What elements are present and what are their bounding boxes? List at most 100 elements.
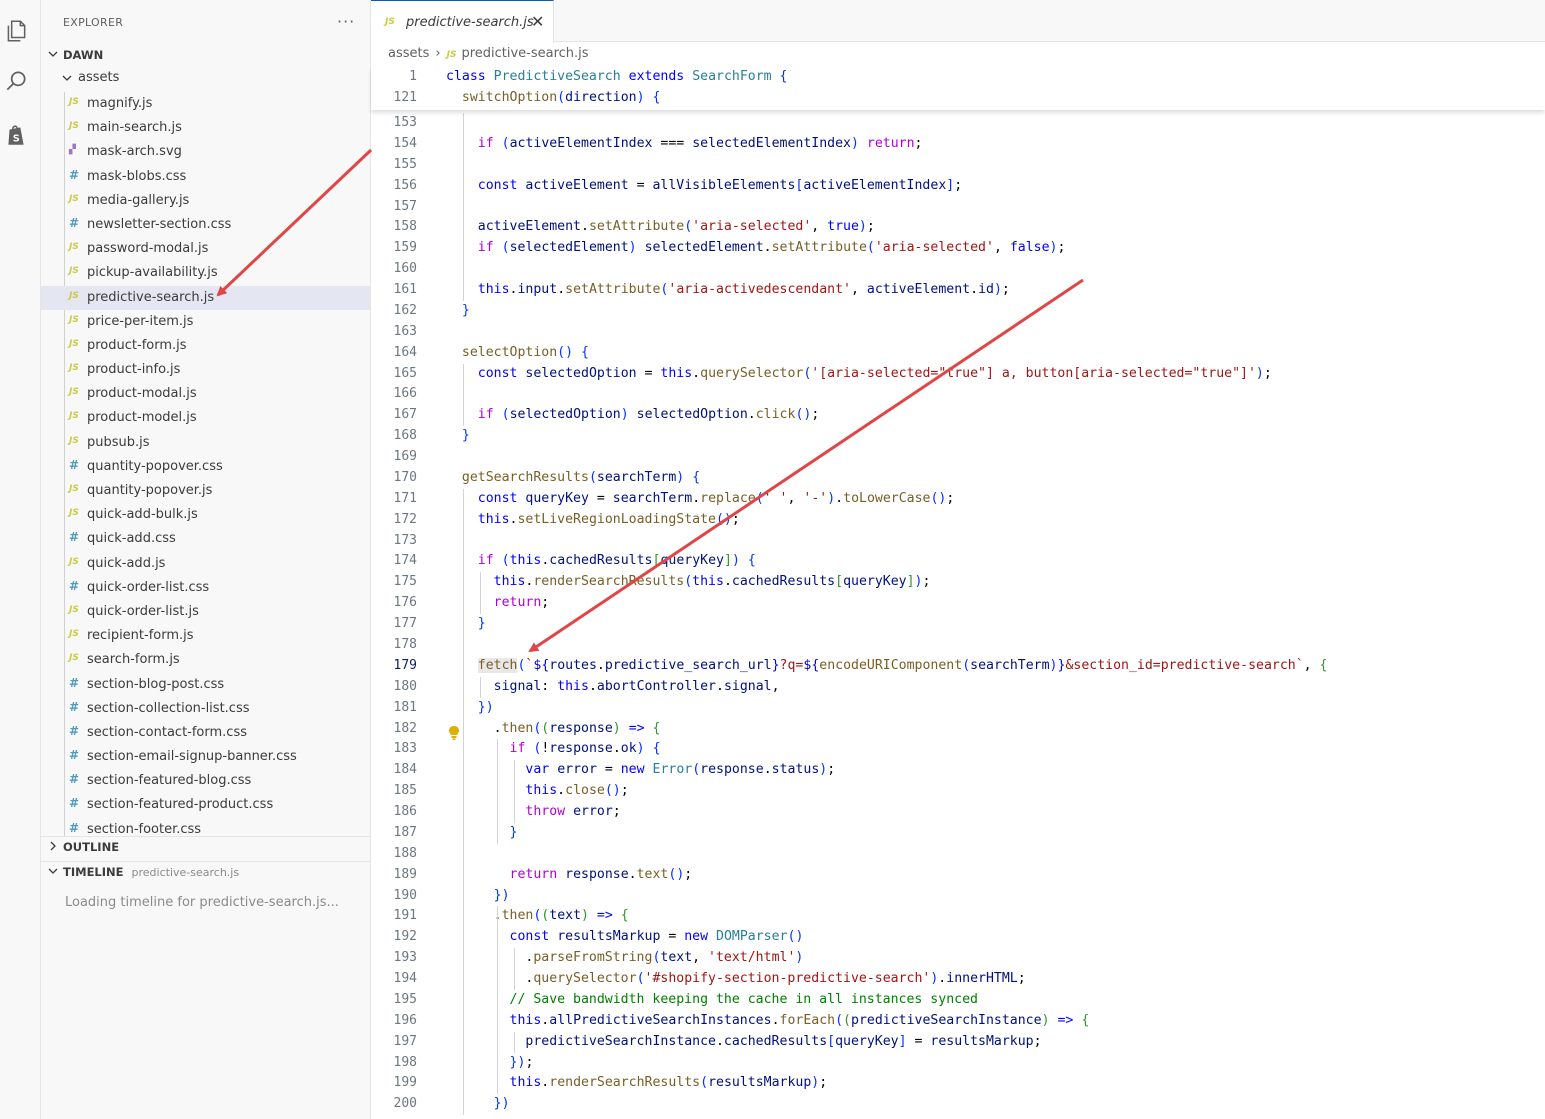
file-item[interactable]: JS product-model.js [41, 406, 370, 430]
timeline-header[interactable]: TIMELINE predictive-search.js [41, 861, 370, 883]
file-item[interactable]: JS quick-add-bulk.js [41, 503, 370, 527]
code-line[interactable]: 192 const resultsMarkup = new DOMParser(… [371, 927, 1545, 948]
file-item[interactable]: JS recipient-form.js [41, 624, 370, 648]
workspace-header[interactable]: DAWN [41, 45, 370, 67]
file-item[interactable]: # section-featured-blog.css [41, 769, 370, 793]
code-line[interactable]: 160 [371, 259, 1545, 280]
file-item[interactable]: JS media-gallery.js [41, 189, 370, 213]
sticky-scroll[interactable]: 1 class PredictiveSearch extends SearchFo… [371, 66, 1545, 110]
indent-guide [514, 1031, 515, 1053]
code-line[interactable]: 164 selectOption() { [371, 343, 1545, 364]
file-item[interactable]: JS product-modal.js [41, 382, 370, 406]
code-line[interactable]: 168 } [371, 426, 1545, 447]
code-line[interactable]: 155 [371, 155, 1545, 176]
code-line[interactable]: 186 throw error; [371, 802, 1545, 823]
file-item[interactable]: JS quantity-popover.js [41, 479, 370, 503]
file-item[interactable]: JS search-form.js [41, 648, 370, 672]
code-line[interactable]: 188 [371, 844, 1545, 865]
file-item[interactable]: JS pubsub.js [41, 431, 370, 455]
code-line[interactable]: 167 if (selectedOption) selectedOption.c… [371, 405, 1545, 426]
code-line[interactable]: 181 }) [371, 698, 1545, 719]
file-item[interactable]: ▞ mask-arch.svg [41, 140, 370, 164]
code-line[interactable]: 197 predictiveSearchInstance.cachedResul… [371, 1032, 1545, 1053]
code-line[interactable]: 177 } [371, 614, 1545, 635]
folder-assets[interactable]: assets [41, 68, 370, 90]
indent-guide [463, 363, 464, 427]
code-line[interactable]: 190 }) [371, 886, 1545, 907]
code-line[interactable]: 156 const activeElement = allVisibleElem… [371, 176, 1545, 197]
code-line[interactable]: 183 if (!response.ok) { [371, 739, 1545, 760]
line-number: 166 [393, 386, 417, 402]
code-line[interactable]: 1 class PredictiveSearch extends SearchFo… [371, 67, 1545, 88]
file-item[interactable]: # mask-blobs.css [41, 165, 370, 189]
file-item[interactable]: # quick-order-list.css [41, 576, 370, 600]
code-text: signal: this.abortController.signal, [493, 678, 780, 694]
file-item[interactable]: # quick-add.css [41, 527, 370, 551]
file-item[interactable]: JS password-modal.js [41, 237, 370, 261]
file-item[interactable]: # section-contact-form.css [41, 721, 370, 745]
file-item[interactable]: JS quick-order-list.js [41, 600, 370, 624]
file-item[interactable]: # section-blog-post.css [41, 673, 370, 697]
outline-header[interactable]: OUTLINE [41, 836, 370, 858]
code-line[interactable]: 165 const selectedOption = this.querySel… [371, 364, 1545, 385]
tab-predictive-search[interactable]: JS predictive-search.js ✕ [371, 0, 554, 43]
code-line[interactable]: 166 [371, 384, 1545, 405]
file-item[interactable]: JS pickup-availability.js [41, 261, 370, 285]
code-line[interactable]: 172 this.setLiveRegionLoadingState(); [371, 510, 1545, 531]
file-item[interactable]: # quantity-popover.css [41, 455, 370, 479]
code-line[interactable]: 182 .then((response) => { [371, 719, 1545, 740]
code-line[interactable]: 179 fetch(`${routes.predictive_search_ur… [371, 656, 1545, 677]
shopify-icon[interactable]: S [3, 122, 29, 148]
file-item[interactable]: # section-featured-product.css [41, 793, 370, 817]
file-item[interactable]: # section-collection-list.css [41, 697, 370, 721]
code-line[interactable]: 196 this.allPredictiveSearchInstances.fo… [371, 1011, 1545, 1032]
file-item[interactable]: # section-email-signup-banner.css [41, 745, 370, 769]
file-item[interactable]: JS predictive-search.js [41, 285, 370, 310]
code-line[interactable]: 187 } [371, 823, 1545, 844]
file-item[interactable]: JS product-info.js [41, 358, 370, 382]
code-line[interactable]: 169 [371, 447, 1545, 468]
code-line[interactable]: 163 [371, 322, 1545, 343]
code-line[interactable]: 191 .then((text) => { [371, 906, 1545, 927]
code-line[interactable]: 159 if (selectedElement) selectedElement… [371, 238, 1545, 259]
code-line[interactable]: 162 } [371, 301, 1545, 322]
code-line[interactable]: 189 return response.text(); [371, 865, 1545, 886]
file-item[interactable]: JS magnify.js [41, 92, 370, 116]
code-line[interactable]: 194 .querySelector('#shopify-section-pre… [371, 969, 1545, 990]
code-line[interactable]: 157 [371, 197, 1545, 218]
code-line[interactable]: 184 var error = new Error(response.statu… [371, 760, 1545, 781]
file-name: quantity-popover.js [87, 483, 213, 498]
code-line[interactable]: 185 this.close(); [371, 781, 1545, 802]
lightbulb-icon[interactable] [448, 725, 460, 741]
code-line[interactable]: 174 if (this.cachedResults[queryKey]) { [371, 551, 1545, 572]
file-item[interactable]: JS price-per-item.js [41, 310, 370, 334]
code-line[interactable]: 153 [371, 113, 1545, 134]
code-line[interactable]: 198 }); [371, 1053, 1545, 1074]
code-line[interactable]: 180 signal: this.abortController.signal, [371, 677, 1545, 698]
file-item[interactable]: # section-footer.css [41, 818, 370, 836]
code-line[interactable]: 199 this.renderSearchResults(resultsMark… [371, 1073, 1545, 1094]
more-actions-icon[interactable]: ··· [337, 12, 355, 31]
search-icon[interactable] [3, 68, 29, 94]
file-item[interactable]: JS quick-add.js [41, 552, 370, 576]
code-line[interactable]: 170 getSearchResults(searchTerm) { [371, 468, 1545, 489]
code-line[interactable]: 200 }) [371, 1094, 1545, 1115]
file-item[interactable]: JS product-form.js [41, 334, 370, 358]
breadcrumb-file[interactable]: predictive-search.js [461, 46, 588, 61]
code-line[interactable]: 178 [371, 635, 1545, 656]
code-line[interactable]: 193 .parseFromString(text, 'text/html') [371, 948, 1545, 969]
code-line[interactable]: 161 this.input.setAttribute('aria-active… [371, 280, 1545, 301]
file-item[interactable]: JS main-search.js [41, 116, 370, 140]
breadcrumb-folder[interactable]: assets [388, 46, 429, 61]
code-line[interactable]: 121 switchOption(direction) { [371, 88, 1545, 109]
code-line[interactable]: 171 const queryKey = searchTerm.replace(… [371, 489, 1545, 510]
code-line[interactable]: 195 // Save bandwidth keeping the cache … [371, 990, 1545, 1011]
code-line[interactable]: 158 activeElement.setAttribute('aria-sel… [371, 217, 1545, 238]
file-item[interactable]: # newsletter-section.css [41, 213, 370, 237]
files-icon[interactable] [3, 18, 29, 44]
code-line[interactable]: 176 return; [371, 593, 1545, 614]
code-line[interactable]: 154 if (activeElementIndex === selectedE… [371, 134, 1545, 155]
code-line[interactable]: 173 [371, 531, 1545, 552]
code-line[interactable]: 175 this.renderSearchResults(this.cached… [371, 572, 1545, 593]
close-icon[interactable]: ✕ [531, 12, 544, 31]
